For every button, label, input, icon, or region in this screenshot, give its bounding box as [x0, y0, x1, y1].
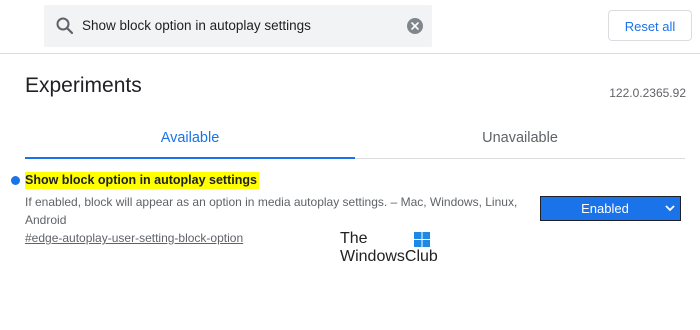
tab-unavailable[interactable]: Unavailable — [355, 118, 685, 158]
flag-description: If enabled, block will appear as an opti… — [25, 195, 518, 227]
windows-logo-icon — [414, 232, 430, 247]
search-input[interactable]: Show block option in autoplay settings — [82, 5, 311, 47]
reset-all-button[interactable]: Reset all — [608, 10, 692, 41]
flag-name: Show block option in autoplay settings — [25, 172, 259, 189]
tab-divider — [355, 158, 685, 159]
chevron-down-icon — [665, 205, 675, 212]
select-value: Enabled — [581, 201, 629, 216]
watermark-line2: WindowsClub — [340, 248, 438, 265]
search-box[interactable]: Show block option in autoplay settings — [44, 5, 432, 47]
clear-search-button[interactable] — [407, 18, 423, 34]
modified-indicator-dot — [11, 176, 20, 185]
watermark: The WindowsClub — [340, 230, 438, 266]
flag-state-select[interactable]: Enabled — [540, 196, 681, 221]
clear-icon — [411, 22, 419, 30]
flag-permalink[interactable]: #edge-autoplay-user-setting-block-option — [25, 231, 243, 245]
active-tab-indicator — [25, 157, 355, 159]
tab-available[interactable]: Available — [25, 118, 355, 158]
page-title: Experiments — [25, 74, 142, 97]
search-icon — [56, 17, 74, 35]
top-bar: Show block option in autoplay settings R… — [0, 0, 700, 54]
version-label: 122.0.2365.92 — [609, 86, 686, 100]
